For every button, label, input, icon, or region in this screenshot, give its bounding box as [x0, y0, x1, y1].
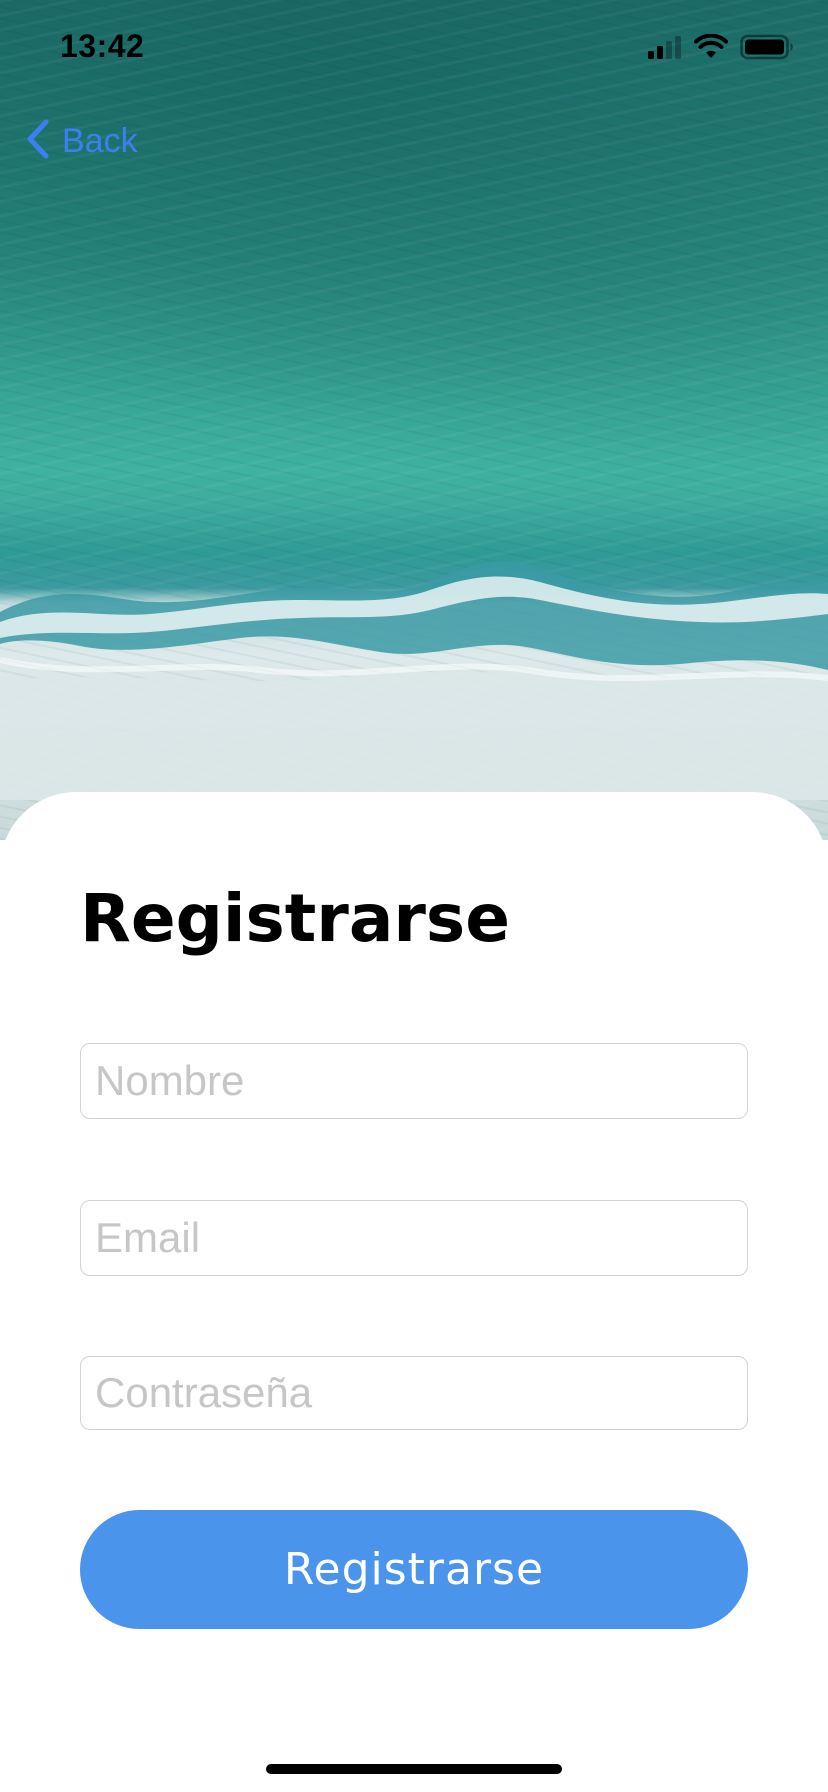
battery-icon	[740, 34, 794, 65]
status-icons	[646, 33, 794, 65]
back-button[interactable]: Back	[24, 116, 138, 166]
register-button[interactable]: Registrarse	[80, 1510, 748, 1629]
back-label: Back	[62, 121, 138, 160]
wave-foam	[0, 561, 828, 800]
cellular-signal-icon	[646, 35, 682, 64]
password-field[interactable]	[80, 1356, 748, 1430]
status-bar: 13:42	[0, 0, 828, 96]
chevron-left-icon	[24, 118, 52, 165]
page-title: Registrarse	[80, 880, 510, 957]
name-field[interactable]	[80, 1043, 748, 1119]
home-indicator	[266, 1764, 562, 1774]
wifi-icon	[694, 33, 728, 65]
email-field[interactable]	[80, 1200, 748, 1276]
status-time: 13:42	[60, 28, 145, 64]
